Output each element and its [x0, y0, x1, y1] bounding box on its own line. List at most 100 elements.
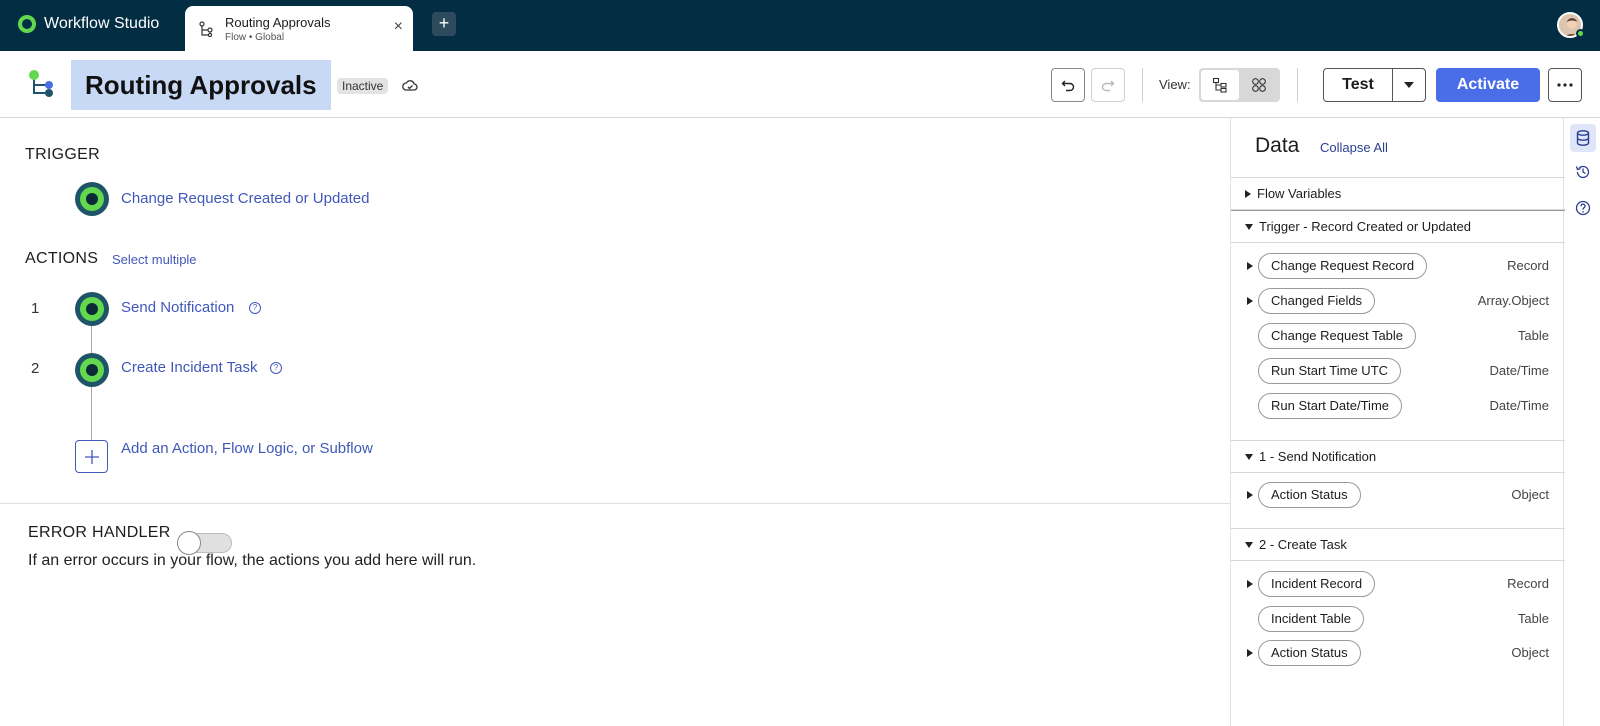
redo-button[interactable]	[1091, 68, 1125, 102]
history-icon	[1575, 165, 1590, 179]
expand-icon[interactable]	[1247, 297, 1253, 305]
page-title: Routing Approvals	[85, 70, 317, 100]
view-label: View:	[1159, 77, 1191, 92]
add-action-link[interactable]: Add an Action, Flow Logic, or Subflow	[121, 440, 373, 457]
data-pill[interactable]: Action Status	[1258, 482, 1361, 508]
action-send-notification-link[interactable]: Send Notification	[121, 299, 234, 316]
section-divider	[0, 503, 1230, 504]
data-pill[interactable]: Change Request Table	[1258, 323, 1417, 349]
data-type: Table	[1517, 611, 1549, 626]
list-item: Changed Fields Array.Object	[1231, 286, 1565, 316]
collapse-icon	[1245, 453, 1253, 460]
ellipsis-icon	[1557, 83, 1573, 87]
activate-button[interactable]: Activate	[1436, 68, 1540, 102]
list-item: Change Request Table Table	[1231, 321, 1565, 351]
connector-line	[91, 383, 92, 441]
flow-icon	[199, 21, 213, 37]
app-name: Workflow Studio	[44, 15, 160, 32]
data-pill[interactable]: Run Start Time UTC	[1258, 358, 1402, 384]
list-item: Incident Table Table	[1231, 604, 1565, 634]
data-pill[interactable]: Incident Record	[1258, 571, 1376, 597]
group-label: 1 - Send Notification	[1259, 449, 1377, 464]
data-type: Date/Time	[1489, 363, 1549, 378]
collapse-all-link[interactable]: Collapse All	[1320, 140, 1388, 155]
grid-view-icon	[1252, 78, 1266, 92]
step-number: 2	[31, 360, 40, 377]
data-pill[interactable]: Action Status	[1258, 640, 1361, 666]
data-panel-button[interactable]	[1570, 124, 1596, 152]
select-multiple-link[interactable]: Select multiple	[112, 252, 197, 267]
flow-canvas: TRIGGER Change Request Created or Update…	[0, 118, 1230, 726]
history-button[interactable]	[1570, 158, 1596, 186]
group-flow-variables[interactable]: Flow Variables	[1231, 177, 1565, 210]
data-pill[interactable]: Incident Table	[1258, 606, 1364, 632]
database-icon	[1576, 130, 1590, 146]
online-status-icon	[1576, 29, 1585, 38]
view-tree-button[interactable]	[1201, 70, 1239, 100]
group-label: 2 - Create Task	[1259, 537, 1347, 552]
trigger-link[interactable]: Change Request Created or Updated	[121, 190, 370, 207]
data-type: Record	[1507, 576, 1549, 591]
help-button[interactable]	[1570, 194, 1596, 222]
step-number: 1	[31, 300, 40, 317]
data-pill[interactable]: Change Request Record	[1258, 253, 1428, 279]
trigger-node-icon	[75, 182, 109, 216]
add-action-button[interactable]	[75, 440, 108, 473]
data-pill[interactable]: Changed Fields	[1258, 288, 1376, 314]
expand-icon[interactable]	[1247, 262, 1253, 270]
list-item: Run Start Time UTC Date/Time	[1231, 356, 1565, 386]
error-handler-description: If an error occurs in your flow, the act…	[28, 552, 477, 569]
flow-title-field[interactable]: Routing Approvals	[71, 60, 331, 110]
group-create-task[interactable]: 2 - Create Task	[1231, 528, 1565, 561]
list-item: Action Status Object	[1231, 480, 1565, 510]
status-badge: Inactive	[337, 78, 389, 94]
group-send-notification[interactable]: 1 - Send Notification	[1231, 440, 1565, 473]
new-tab-button[interactable]: +	[432, 12, 456, 36]
error-handler-toggle[interactable]	[177, 531, 232, 555]
action-node-icon	[75, 292, 109, 326]
group-label: Trigger - Record Created or Updated	[1259, 219, 1471, 234]
flow-logo-icon	[29, 70, 53, 97]
expand-icon[interactable]	[1247, 580, 1253, 588]
list-item: Incident Record Record	[1231, 569, 1565, 599]
data-panel: Data Collapse All Flow Variables Trigger…	[1230, 118, 1565, 726]
group-label: Flow Variables	[1257, 186, 1342, 201]
undo-icon	[1061, 80, 1075, 92]
group-trigger[interactable]: Trigger - Record Created or Updated	[1231, 210, 1565, 243]
help-icon[interactable]: ?	[270, 362, 282, 374]
app-brand[interactable]: Workflow Studio	[18, 15, 159, 33]
plus-icon	[84, 449, 99, 464]
more-options-button[interactable]	[1548, 68, 1582, 102]
tab-close-icon[interactable]: ×	[394, 18, 403, 36]
test-button[interactable]: Test	[1323, 68, 1393, 102]
expand-icon	[1245, 189, 1251, 198]
help-circle-icon	[1575, 200, 1591, 216]
collapse-icon	[1245, 541, 1253, 548]
trigger-section-label: TRIGGER	[25, 146, 100, 163]
undo-button[interactable]	[1051, 68, 1085, 102]
data-type: Table	[1517, 328, 1549, 343]
view-grid-button[interactable]	[1240, 70, 1278, 100]
expand-icon[interactable]	[1247, 491, 1253, 499]
action-node-icon	[75, 353, 109, 387]
toolbar-divider	[1297, 68, 1298, 102]
expand-icon[interactable]	[1247, 649, 1253, 657]
app-logo-icon	[18, 15, 36, 33]
tree-view-icon	[1212, 77, 1227, 93]
tab-subtitle: Flow • Global	[225, 32, 285, 43]
error-handler-label: ERROR HANDLER	[28, 524, 171, 541]
data-panel-title: Data	[1255, 134, 1300, 157]
actions-section-label: ACTIONS	[25, 250, 99, 267]
test-options-button[interactable]	[1392, 68, 1426, 102]
data-type: Date/Time	[1489, 398, 1549, 413]
toolbar-divider	[1142, 68, 1143, 102]
view-toggle	[1199, 68, 1280, 102]
caret-down-icon	[1404, 82, 1414, 88]
data-type: Object	[1511, 487, 1549, 502]
data-type: Object	[1511, 645, 1549, 660]
data-pill[interactable]: Run Start Date/Time	[1258, 393, 1403, 419]
list-item: Change Request Record Record	[1231, 251, 1565, 281]
help-icon[interactable]: ?	[249, 302, 261, 314]
action-create-incident-task-link[interactable]: Create Incident Task	[121, 359, 257, 376]
tab-routing-approvals[interactable]: Routing Approvals Flow • Global ×	[185, 6, 413, 51]
